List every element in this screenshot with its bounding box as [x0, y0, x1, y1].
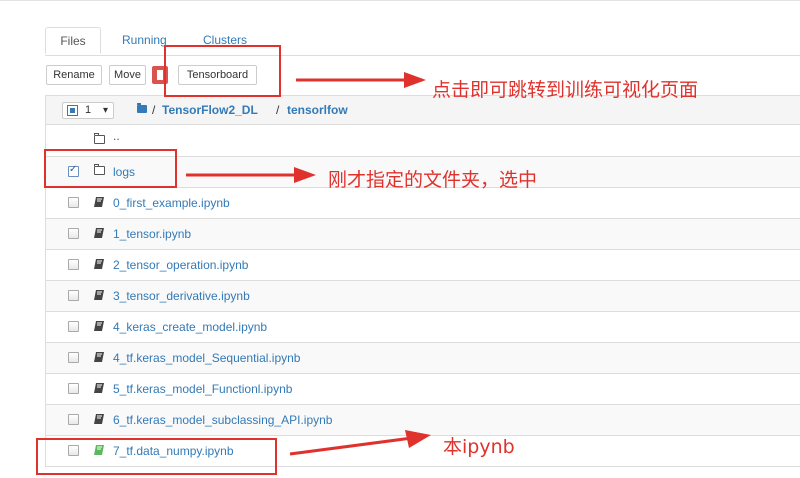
- breadcrumb-separator: /: [276, 103, 280, 117]
- rename-button[interactable]: Rename: [46, 65, 102, 85]
- notebook-icon: [94, 259, 105, 269]
- row-checkbox[interactable]: [68, 383, 79, 394]
- file-name-link[interactable]: 0_first_example.ipynb: [113, 196, 230, 210]
- notebook-icon: [94, 197, 105, 207]
- folder-icon: [94, 133, 105, 144]
- file-name-link[interactable]: 6_tf.keras_model_subclassing_API.ipynb: [113, 413, 332, 427]
- list-item[interactable]: 2_tensor_operation.ipynb: [45, 250, 800, 281]
- tab-running[interactable]: Running: [122, 27, 167, 54]
- notebook-icon: [94, 228, 105, 238]
- notebook-icon: [94, 290, 105, 300]
- file-name-link[interactable]: 3_tensor_derivative.ipynb: [113, 289, 250, 303]
- folder-home-icon[interactable]: [137, 103, 147, 113]
- annotation-box-tensorboard: [164, 45, 281, 97]
- list-item[interactable]: 5_tf.keras_model_Functionl.ipynb: [45, 374, 800, 405]
- row-checkbox[interactable]: [68, 290, 79, 301]
- row-checkbox[interactable]: [68, 197, 79, 208]
- annotation-tensorboard: 点击即可跳转到训练可视化页面: [432, 79, 699, 101]
- annotation-box-notebook: [36, 438, 277, 475]
- list-item[interactable]: 0_first_example.ipynb: [45, 188, 800, 219]
- notebook-icon: [94, 383, 105, 393]
- list-item[interactable]: 3_tensor_derivative.ipynb: [45, 281, 800, 312]
- list-item[interactable]: 4_tf.keras_model_Sequential.ipynb: [45, 343, 800, 374]
- row-checkbox[interactable]: [68, 228, 79, 239]
- row-checkbox[interactable]: [68, 259, 79, 270]
- trash-icon: [157, 70, 163, 80]
- list-item[interactable]: 4_keras_create_model.ipynb: [45, 312, 800, 343]
- breadcrumb-separator: /: [152, 103, 156, 117]
- arrow-icon: [296, 72, 426, 88]
- annotation-notebook: 本ipynb: [443, 436, 515, 458]
- tab-bar: Files Running Clusters: [45, 27, 800, 56]
- notebook-icon: [94, 352, 105, 362]
- row-checkbox[interactable]: [68, 414, 79, 425]
- notebook-icon: [94, 414, 105, 424]
- file-name-link[interactable]: 1_tensor.ipynb: [113, 227, 191, 241]
- annotation-logs: 刚才指定的文件夹，选中: [328, 169, 538, 191]
- arrow-icon: [186, 167, 316, 183]
- arrow-icon: [289, 430, 431, 456]
- updir-label[interactable]: ..: [113, 129, 120, 143]
- select-all-checkbox[interactable]: [67, 105, 78, 116]
- row-checkbox[interactable]: [68, 321, 79, 332]
- file-name-link[interactable]: 5_tf.keras_model_Functionl.ipynb: [113, 382, 292, 396]
- list-item[interactable]: 1_tensor.ipynb: [45, 219, 800, 250]
- file-name-link[interactable]: 4_keras_create_model.ipynb: [113, 320, 267, 334]
- file-name-link[interactable]: 4_tf.keras_model_Sequential.ipynb: [113, 351, 300, 365]
- move-button[interactable]: Move: [109, 65, 146, 85]
- file-name-link[interactable]: 2_tensor_operation.ipynb: [113, 258, 248, 272]
- annotation-box-logs: [44, 149, 177, 188]
- top-divider: [0, 0, 800, 4]
- notebook-icon: [94, 321, 105, 331]
- breadcrumb-tensorlfow[interactable]: tensorlfow: [287, 103, 348, 117]
- select-all-dropdown[interactable]: 1 ▾: [62, 102, 114, 119]
- breadcrumb-tensorflow2-dl[interactable]: TensorFlow2_DL: [162, 103, 258, 117]
- caret-down-icon[interactable]: ▾: [103, 104, 108, 117]
- selected-count: 1: [85, 104, 92, 116]
- row-checkbox[interactable]: [68, 352, 79, 363]
- tab-files[interactable]: Files: [45, 27, 101, 54]
